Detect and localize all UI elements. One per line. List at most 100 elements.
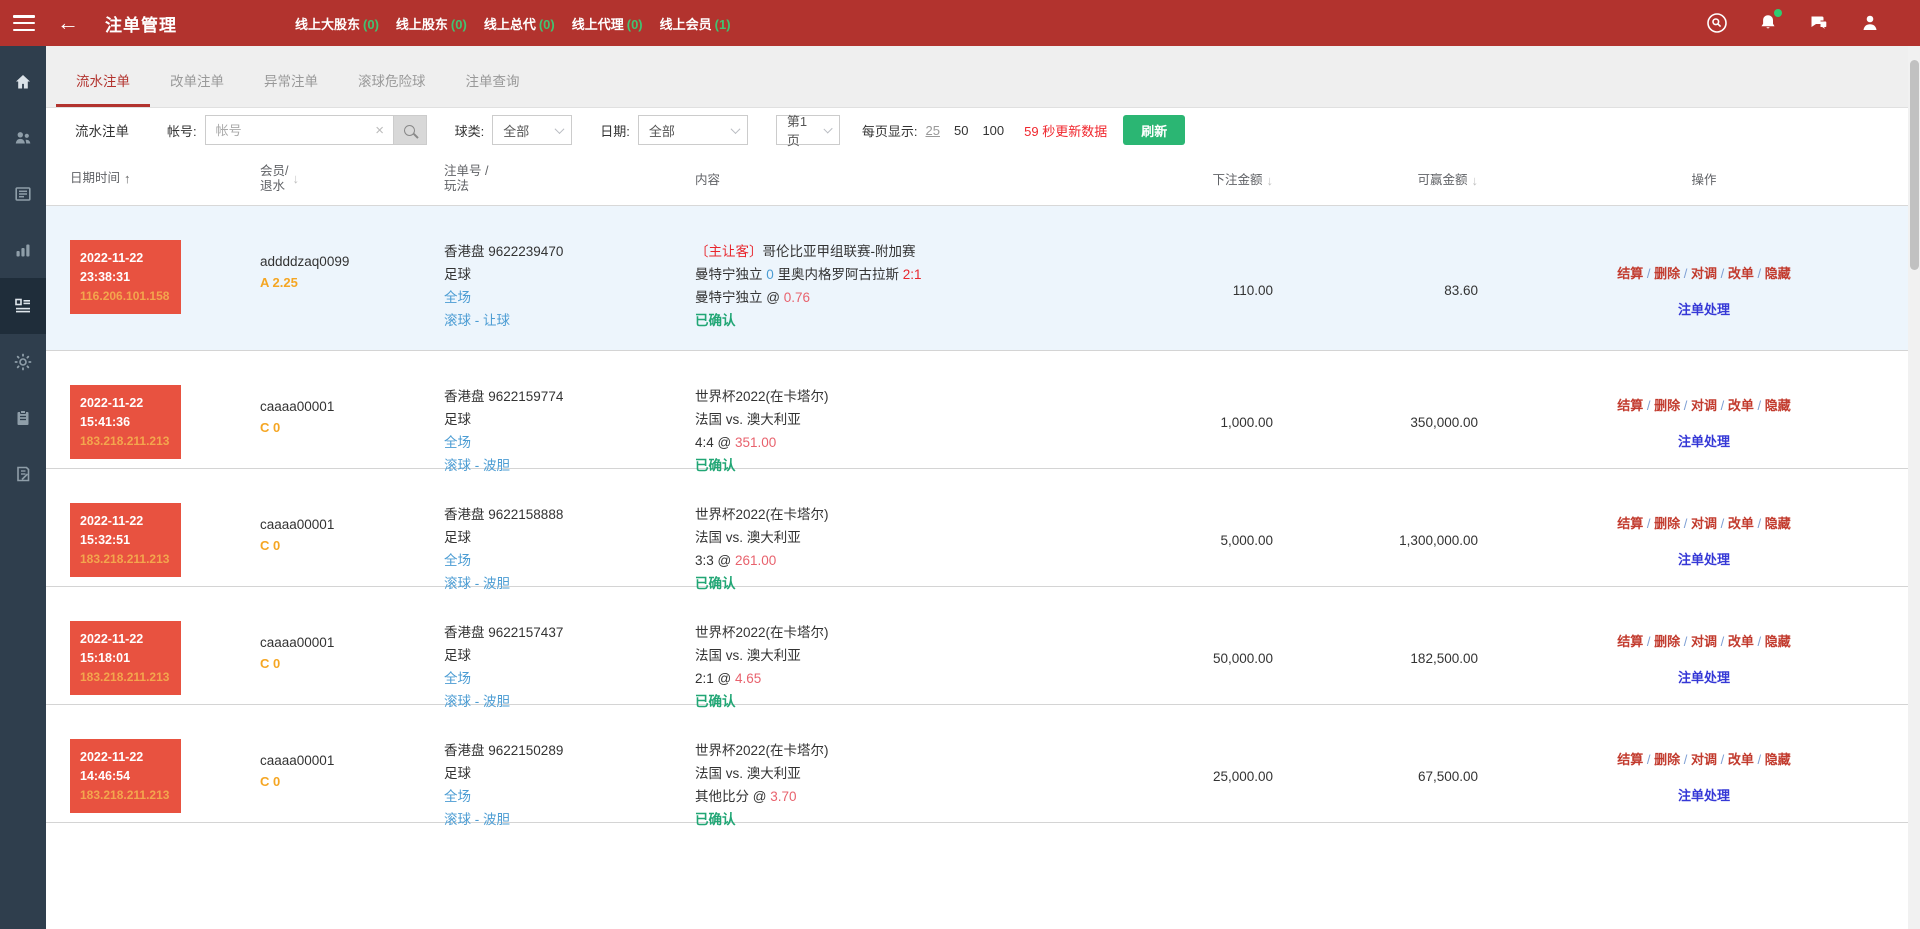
nav-online-member[interactable]: 线上会员(1) xyxy=(660,14,731,33)
bet-content: 世界杯2022(在卡塔尔)法国 vs. 澳大利亚其他比分 @ 3.70已确认 xyxy=(695,731,1173,822)
action-separator: / xyxy=(1717,634,1728,649)
messages-icon[interactable] xyxy=(1807,11,1831,35)
sort-arrow-down-icon[interactable]: ↓ xyxy=(292,171,299,186)
bet-play-link[interactable]: 滚球 - 波胆 xyxy=(444,572,695,595)
action-link[interactable]: 结算 xyxy=(1617,752,1643,767)
per-page-option-25[interactable]: 25 xyxy=(926,123,940,138)
topbar: ← 注单管理 线上大股东(0) 线上股东(0) 线上总代(0) 线上代理(0) … xyxy=(0,0,1920,46)
bet-play-link[interactable]: 滚球 - 波胆 xyxy=(444,690,695,713)
action-link[interactable]: 对调 xyxy=(1691,516,1717,531)
possible-win-amount: 83.60 xyxy=(1283,242,1478,338)
bet-scope-link[interactable]: 全场 xyxy=(444,785,695,808)
report-edit-icon xyxy=(13,464,33,484)
sidebar-item-settings[interactable] xyxy=(0,334,46,390)
bet-content: 世界杯2022(在卡塔尔)法国 vs. 澳大利亚3:3 @ 261.00已确认 xyxy=(695,495,1173,586)
scrollbar-track[interactable] xyxy=(1908,46,1920,929)
order-process-link[interactable]: 注单处理 xyxy=(1678,549,1730,568)
nav-online-major-shareholder[interactable]: 线上大股东(0) xyxy=(295,14,379,33)
clear-input-icon[interactable]: × xyxy=(367,115,393,145)
sidebar-item-home[interactable] xyxy=(0,54,46,110)
content-segment: 其他比分 @ xyxy=(695,789,770,804)
sort-arrow-down-icon[interactable]: ↓ xyxy=(1267,173,1274,188)
content-segment: 4.65 xyxy=(735,671,761,686)
sidebar-item-users[interactable] xyxy=(0,110,46,166)
bet-date: 2022-11-22 xyxy=(80,512,181,531)
action-link[interactable]: 隐藏 xyxy=(1765,752,1791,767)
filter-section-label: 流水注单 xyxy=(75,120,129,140)
tab-rolling-danger-ball[interactable]: 滚球危险球 xyxy=(338,70,446,107)
order-process-link[interactable]: 注单处理 xyxy=(1678,785,1730,804)
action-link[interactable]: 隐藏 xyxy=(1765,398,1791,413)
sort-arrow-down-icon[interactable]: ↓ xyxy=(1472,173,1479,188)
action-link[interactable]: 删除 xyxy=(1654,266,1680,281)
action-link[interactable]: 隐藏 xyxy=(1765,516,1791,531)
action-link[interactable]: 结算 xyxy=(1617,516,1643,531)
date-select[interactable]: 全部 xyxy=(638,115,748,145)
per-page-option-50[interactable]: 50 xyxy=(954,123,968,138)
action-link[interactable]: 结算 xyxy=(1617,634,1643,649)
bet-play-link[interactable]: 滚球 - 让球 xyxy=(444,309,695,332)
bet-market-number: 香港盘 9622239470 xyxy=(444,240,695,263)
sidebar-item-clipboard[interactable] xyxy=(0,390,46,446)
possible-win-amount: 1,300,000.00 xyxy=(1283,505,1478,575)
action-link[interactable]: 删除 xyxy=(1654,634,1680,649)
sidebar-item-report[interactable] xyxy=(0,446,46,502)
order-process-link[interactable]: 注单处理 xyxy=(1678,299,1730,318)
order-process-link[interactable]: 注单处理 xyxy=(1678,431,1730,450)
stake-amount: 50,000.00 xyxy=(1173,623,1273,693)
bet-scope-link[interactable]: 全场 xyxy=(444,667,695,690)
action-link[interactable]: 对调 xyxy=(1691,398,1717,413)
tab-abnormal-orders[interactable]: 异常注单 xyxy=(244,70,338,107)
action-link[interactable]: 改单 xyxy=(1728,634,1754,649)
bet-sport: 足球 xyxy=(444,644,695,667)
notifications-icon[interactable] xyxy=(1756,11,1780,35)
refresh-button[interactable]: 刷新 xyxy=(1123,115,1185,145)
sidebar-item-news[interactable] xyxy=(0,166,46,222)
action-separator: / xyxy=(1643,516,1654,531)
action-link[interactable]: 改单 xyxy=(1728,516,1754,531)
bet-scope-link[interactable]: 全场 xyxy=(444,431,695,454)
action-link[interactable]: 隐藏 xyxy=(1765,266,1791,281)
sort-arrow-up-icon[interactable]: ↑ xyxy=(124,171,131,186)
nav-online-agent[interactable]: 线上代理(0) xyxy=(572,14,643,33)
sidebar-item-stats[interactable] xyxy=(0,222,46,278)
action-link[interactable]: 对调 xyxy=(1691,266,1717,281)
action-link[interactable]: 删除 xyxy=(1654,752,1680,767)
bet-play-link[interactable]: 滚球 - 波胆 xyxy=(444,808,695,831)
bet-play-link[interactable]: 滚球 - 波胆 xyxy=(444,454,695,477)
tab-changed-orders[interactable]: 改单注单 xyxy=(150,70,244,107)
order-process-link[interactable]: 注单处理 xyxy=(1678,667,1730,686)
per-page-option-100[interactable]: 100 xyxy=(982,123,1004,138)
back-arrow-icon[interactable]: ← xyxy=(57,12,79,34)
action-link[interactable]: 改单 xyxy=(1728,398,1754,413)
action-link[interactable]: 删除 xyxy=(1654,398,1680,413)
nav-online-general-agent[interactable]: 线上总代(0) xyxy=(484,14,555,33)
chevron-down-icon xyxy=(823,124,832,133)
page-select[interactable]: 第1页 xyxy=(776,115,840,145)
search-circle-icon[interactable] xyxy=(1705,11,1729,35)
action-link[interactable]: 删除 xyxy=(1654,516,1680,531)
tab-flow-orders[interactable]: 流水注单 xyxy=(56,70,150,107)
bet-scope-link[interactable]: 全场 xyxy=(444,549,695,572)
sidebar-item-orders[interactable] xyxy=(0,278,46,334)
profile-icon[interactable] xyxy=(1858,11,1882,35)
content-segment: 法国 vs. 澳大利亚 xyxy=(695,412,801,427)
nav-online-shareholder[interactable]: 线上股东(0) xyxy=(396,14,467,33)
account-input[interactable] xyxy=(205,115,367,145)
action-separator: / xyxy=(1717,752,1728,767)
action-link[interactable]: 对调 xyxy=(1691,634,1717,649)
menu-icon[interactable] xyxy=(13,15,35,31)
search-button[interactable] xyxy=(393,115,427,145)
action-link[interactable]: 改单 xyxy=(1728,266,1754,281)
scrollbar-thumb[interactable] xyxy=(1910,60,1919,270)
action-link[interactable]: 隐藏 xyxy=(1765,634,1791,649)
bet-scope-link[interactable]: 全场 xyxy=(444,286,695,309)
sport-select[interactable]: 全部 xyxy=(492,115,572,145)
header-possible-win: 可赢金额 xyxy=(1417,173,1467,187)
action-link[interactable]: 对调 xyxy=(1691,752,1717,767)
header-member-rebate: 会员/ 退水 xyxy=(260,164,288,194)
action-link[interactable]: 结算 xyxy=(1617,266,1643,281)
action-link[interactable]: 改单 xyxy=(1728,752,1754,767)
action-link[interactable]: 结算 xyxy=(1617,398,1643,413)
tab-order-query[interactable]: 注单查询 xyxy=(446,70,540,107)
